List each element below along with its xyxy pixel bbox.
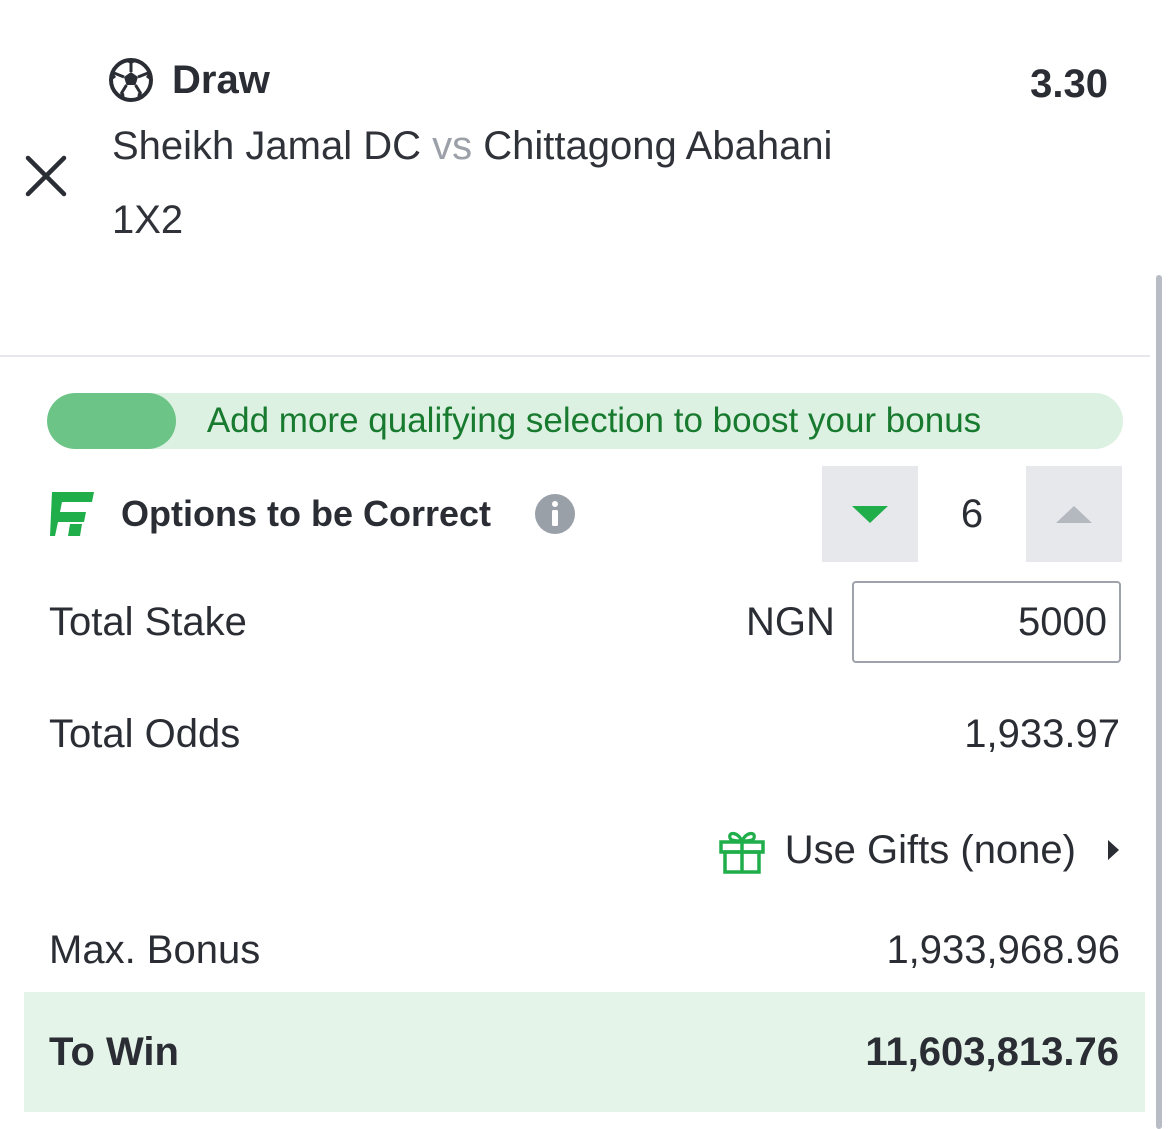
use-gifts-label: Use Gifts (none) — [784, 828, 1076, 872]
use-gifts-button[interactable]: Use Gifts (none) — [717, 823, 1124, 877]
triangle-down-icon — [852, 506, 888, 523]
options-count-value: 6 — [960, 492, 984, 536]
max-bonus-label: Max. Bonus — [49, 928, 261, 972]
total-odds-value: 1,933.97 — [964, 712, 1120, 756]
selection-odds: 3.30 — [1030, 62, 1108, 106]
stake-input[interactable] — [852, 581, 1121, 663]
options-decrease-button[interactable] — [822, 466, 918, 562]
scrollbar-thumb[interactable] — [1156, 275, 1162, 1129]
divider — [0, 355, 1150, 357]
options-increase-button[interactable] — [1026, 466, 1122, 562]
to-win-row: To Win 11,603,813.76 — [24, 992, 1145, 1112]
options-to-be-correct-label: Options to be Correct — [121, 493, 492, 534]
selection-title: Draw — [172, 58, 270, 102]
home-team: Sheikh Jamal DC — [112, 124, 422, 168]
market-name: 1X2 — [112, 198, 184, 242]
triangle-up-icon — [1056, 506, 1092, 523]
total-stake-label: Total Stake — [49, 600, 247, 644]
chevron-right-icon — [1102, 835, 1124, 865]
close-icon — [25, 155, 67, 197]
flex-logo-icon — [48, 490, 96, 538]
vs-separator: vs — [432, 124, 473, 168]
close-button[interactable] — [22, 152, 70, 200]
to-win-value: 11,603,813.76 — [865, 1030, 1119, 1074]
total-odds-label: Total Odds — [49, 712, 241, 756]
currency-label: NGN — [746, 600, 835, 644]
to-win-label: To Win — [49, 1030, 179, 1074]
soccer-ball-icon — [108, 57, 154, 103]
max-bonus-value: 1,933,968.96 — [886, 928, 1120, 972]
bonus-progress-bar: Add more qualifying selection to boost y… — [47, 393, 1123, 449]
match-teams: Sheikh Jamal DC vs Chittagong Abahani — [112, 122, 832, 170]
gift-icon — [717, 825, 767, 875]
bonus-progress-message: Add more qualifying selection to boost y… — [206, 401, 982, 440]
away-team: Chittagong Abahani — [483, 124, 833, 168]
info-icon[interactable] — [534, 493, 576, 535]
